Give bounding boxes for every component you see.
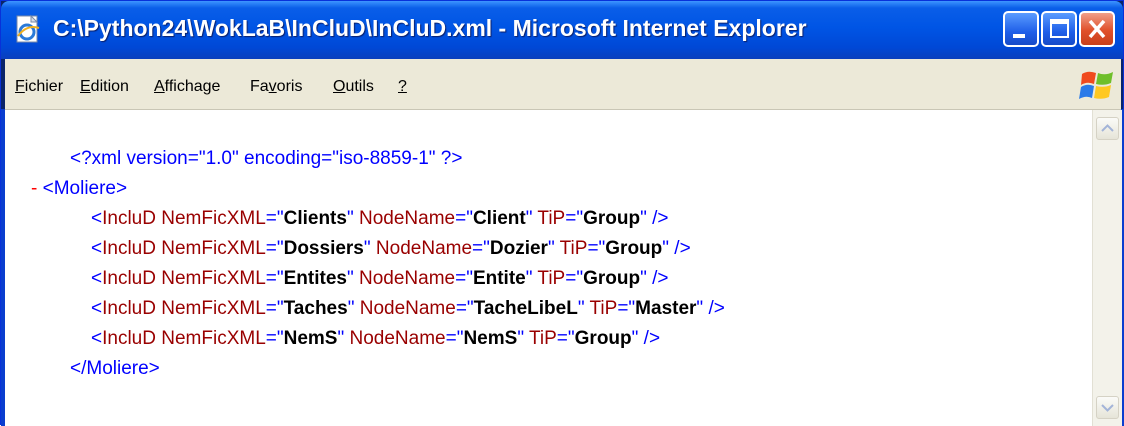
root-close-tag: </Moliere>: [70, 358, 160, 379]
close-button[interactable]: [1079, 11, 1115, 47]
minimize-button[interactable]: [1003, 11, 1039, 47]
menu-edition[interactable]: Edition: [80, 78, 129, 96]
close-icon: [1088, 19, 1106, 39]
menu-affichage[interactable]: Affichage: [154, 78, 220, 96]
title-bar[interactable]: C:\Python24\WokLaB\InCluD\InCluD.xml - M…: [1, 1, 1123, 59]
document-view: <?xml version="1.0" encoding="iso-8859-1…: [5, 110, 1092, 426]
xml-element-row: <IncluD NemFicXML="Clients" NodeName="Cl…: [91, 208, 669, 229]
vertical-scrollbar[interactable]: [1092, 110, 1122, 426]
maximize-button[interactable]: [1041, 11, 1077, 47]
minimize-icon: [1013, 34, 1025, 38]
arrow-up-icon: [1101, 124, 1114, 132]
collapse-toggle[interactable]: -: [31, 178, 37, 199]
xml-declaration: <?xml version="1.0" encoding="iso-8859-1…: [70, 148, 463, 169]
root-open-line: - <Moliere>: [31, 178, 127, 200]
ie-document-icon: [13, 14, 43, 44]
scroll-up-button[interactable]: [1096, 117, 1119, 140]
windows-flag-icon: [1078, 68, 1116, 104]
browser-window: C:\Python24\WokLaB\InCluD\InCluD.xml - M…: [0, 0, 1124, 426]
menu-favoris[interactable]: Favoris: [250, 78, 302, 96]
xml-element-row: <IncluD NemFicXML="NemS" NodeName="NemS"…: [91, 328, 661, 349]
menu-help[interactable]: ?: [398, 78, 407, 96]
window-title: C:\Python24\WokLaB\InCluD\InCluD.xml - M…: [53, 15, 807, 41]
root-open-tag: <Moliere>: [42, 178, 128, 199]
xml-element-row: <IncluD NemFicXML="Dossiers" NodeName="D…: [91, 238, 691, 259]
arrow-down-icon: [1101, 404, 1114, 412]
xml-element-row: <IncluD NemFicXML="Entites" NodeName="En…: [91, 268, 669, 289]
scroll-down-button[interactable]: [1096, 396, 1119, 419]
menu-outils[interactable]: Outils: [333, 78, 374, 96]
maximize-icon: [1050, 19, 1069, 38]
menu-bar: Fichier Edition Affichage Favoris Outils…: [5, 59, 1121, 110]
menu-fichier[interactable]: Fichier: [15, 78, 63, 96]
xml-element-row: <IncluD NemFicXML="Taches" NodeName="Tac…: [91, 298, 725, 319]
